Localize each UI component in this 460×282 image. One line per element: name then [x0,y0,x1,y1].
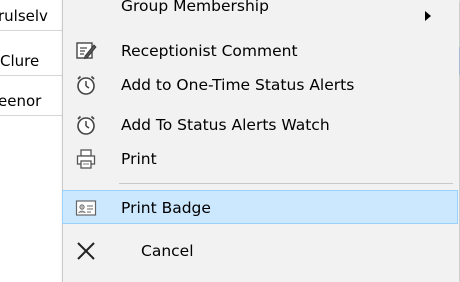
row-text: Clure [0,52,40,70]
printer-icon [69,142,103,176]
context-menu: Group Membership Receptionist Comment Ad… [62,0,459,282]
menu-item-label: Print Badge [121,199,211,217]
badge-icon [69,191,103,225]
row-text: eenor [0,92,42,110]
menu-item-print-badge[interactable]: Print Badge [62,190,458,224]
menu-separator [119,183,453,184]
list-row[interactable]: Clure [0,47,62,76]
list-row[interactable]: rulselv [0,2,62,31]
menu-item-label: Add to One-Time Status Alerts [121,76,355,94]
edit-note-icon [69,34,103,68]
menu-item-add-status-alerts-watch[interactable]: Add To Status Alerts Watch [63,108,459,142]
menu-item-add-one-time-status-alerts[interactable]: Add to One-Time Status Alerts [63,68,459,102]
list-row[interactable]: eenor [0,87,62,116]
menu-item-label: Group Membership [121,0,269,15]
menu-item-print[interactable]: Print [63,142,459,176]
menu-item-label: Add To Status Alerts Watch [121,116,330,134]
menu-item-label: Cancel [141,242,194,260]
menu-item-group-membership[interactable]: Group Membership [63,0,459,30]
stopwatch-icon [69,108,103,142]
menu-item-receptionist-comment[interactable]: Receptionist Comment [63,34,459,68]
row-text: rulselv [0,7,48,25]
submenu-arrow-icon [425,11,431,21]
menu-item-label: Print [121,150,157,168]
stopwatch-icon [69,68,103,102]
menu-item-cancel[interactable]: Cancel [63,234,459,268]
menu-item-label: Receptionist Comment [121,42,298,60]
close-icon [69,234,103,268]
